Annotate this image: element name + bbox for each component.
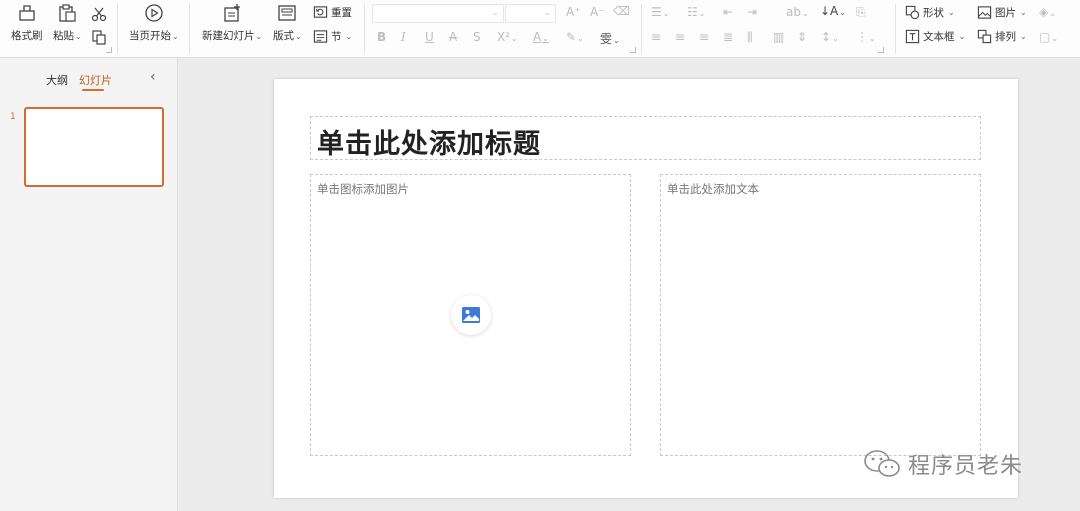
- columns-icon[interactable]: ▥: [773, 30, 784, 44]
- watermark-text: 程序员老朱: [908, 454, 1024, 479]
- phonetic-icon[interactable]: 雯⌄: [600, 30, 620, 47]
- slide-panel: 大纲 幻灯片 ‹ 1: [0, 58, 178, 511]
- sort-icon[interactable]: ↓A⌄: [820, 4, 846, 18]
- text-placeholder[interactable]: 单击此处添加文本: [660, 174, 981, 456]
- clipboard-dialog-launcher[interactable]: [106, 47, 112, 53]
- format-painter-button[interactable]: 格式刷: [11, 3, 43, 43]
- layout-label: 版式: [273, 30, 294, 42]
- title-placeholder-text: 单击此处添加标题: [317, 129, 541, 160]
- picture-placeholder-text: 单击图标添加图片: [317, 182, 409, 196]
- font-family-select[interactable]: ⌄: [372, 4, 504, 23]
- insert-picture-button[interactable]: [451, 295, 491, 335]
- strikethrough-icon[interactable]: A: [449, 30, 457, 44]
- active-tab-indicator: [82, 89, 104, 91]
- arrange-button[interactable]: 排列 ⌄: [977, 29, 1027, 44]
- highlight-icon[interactable]: ✎⌄: [566, 30, 584, 44]
- play-from-current-label: 当页开始: [129, 30, 171, 42]
- vertical-align-icon[interactable]: ⇕: [797, 30, 807, 44]
- layout-icon: [278, 5, 296, 21]
- italic-icon[interactable]: I: [401, 30, 406, 44]
- font-dialog-launcher[interactable]: [630, 47, 636, 53]
- decrease-indent-icon[interactable]: ⇤: [723, 5, 733, 19]
- collapse-panel-icon[interactable]: ‹: [150, 69, 156, 85]
- slide-number: 1: [10, 112, 16, 122]
- align-left-icon[interactable]: ≡: [651, 30, 661, 44]
- fill-icon[interactable]: ◈⌄: [1039, 5, 1056, 19]
- text-placeholder-text: 单击此处添加文本: [667, 182, 759, 196]
- play-from-current-button[interactable]: 当页开始⌄: [129, 3, 179, 43]
- picture-placeholder[interactable]: 单击图标添加图片: [310, 174, 631, 456]
- picture-label: 图片: [995, 7, 1016, 19]
- outline-icon[interactable]: ▢⌄: [1039, 30, 1058, 44]
- watermark: 程序员老朱: [862, 448, 1023, 480]
- tab-slides[interactable]: 幻灯片: [79, 72, 112, 88]
- paragraph-spacing-icon[interactable]: ⋮⌄: [856, 30, 876, 44]
- increase-indent-icon[interactable]: ⇥: [747, 5, 757, 19]
- format-painter-label: 格式刷: [11, 30, 43, 42]
- convert-icon[interactable]: ⎘: [856, 5, 866, 20]
- align-right-icon[interactable]: ≡: [699, 30, 709, 44]
- tab-outline[interactable]: 大纲: [46, 72, 68, 88]
- shadow-icon[interactable]: S: [473, 30, 481, 44]
- section-button[interactable]: 节 ⌄: [313, 29, 352, 44]
- copy-icon[interactable]: [91, 29, 107, 45]
- font-color-icon[interactable]: A⌄: [533, 30, 549, 44]
- reset-label: 重置: [331, 7, 352, 19]
- textbox-label: 文本框: [923, 31, 955, 43]
- underline-icon[interactable]: U: [425, 30, 434, 44]
- paste-button[interactable]: 粘贴⌄: [53, 3, 82, 43]
- chevron-down-icon: ⌄: [491, 8, 499, 18]
- new-slide-label: 新建幻灯片: [202, 30, 255, 42]
- layout-button[interactable]: 版式⌄: [273, 3, 302, 43]
- chevron-down-icon: ⌄: [543, 8, 551, 18]
- picture-button[interactable]: 图片 ⌄: [977, 5, 1027, 20]
- superscript-icon[interactable]: X²⌄: [497, 30, 518, 44]
- paste-icon: [59, 4, 76, 22]
- picture-icon: [977, 6, 992, 19]
- font-size-select[interactable]: ⌄: [505, 4, 556, 23]
- reset-icon: [313, 6, 328, 18]
- shape-label: 形状: [923, 7, 944, 19]
- paragraph-dialog-launcher[interactable]: [878, 47, 884, 53]
- slide-canvas: 单击此处添加标题 单击图标添加图片 单击此处添加文本: [274, 79, 1018, 498]
- shape-icon: [905, 5, 920, 20]
- title-placeholder[interactable]: 单击此处添加标题: [310, 116, 981, 160]
- bold-icon[interactable]: B: [377, 30, 386, 44]
- textbox-icon: [905, 29, 920, 44]
- line-spacing-icon[interactable]: ↕⌄: [821, 30, 839, 44]
- text-direction-icon[interactable]: ab⌄: [786, 5, 809, 19]
- slide-thumbnail[interactable]: [24, 107, 164, 187]
- bullet-list-icon[interactable]: ☰⌄: [651, 5, 669, 19]
- shape-button[interactable]: 形状 ⌄: [905, 5, 955, 20]
- cut-icon[interactable]: [91, 6, 107, 22]
- section-icon: [313, 30, 328, 43]
- align-center-icon[interactable]: ≡: [675, 30, 685, 44]
- distribute-icon[interactable]: ⫼: [747, 30, 753, 45]
- new-slide-button[interactable]: 新建幻灯片⌄: [202, 3, 262, 43]
- textbox-button[interactable]: 文本框 ⌄: [905, 29, 965, 44]
- paste-label: 粘贴: [53, 30, 74, 42]
- reset-button[interactable]: 重置: [313, 5, 352, 20]
- play-icon: [145, 4, 163, 22]
- new-slide-icon: [224, 4, 241, 22]
- decrease-font-icon[interactable]: A⁻: [590, 5, 605, 19]
- arrange-label: 排列: [995, 31, 1016, 43]
- section-label: 节: [331, 31, 342, 43]
- justify-icon[interactable]: ≣: [723, 30, 733, 44]
- format-painter-icon: [19, 5, 35, 21]
- image-icon: [462, 307, 480, 323]
- increase-font-icon[interactable]: A⁺: [566, 5, 581, 19]
- arrange-icon: [977, 29, 992, 44]
- wechat-icon: [864, 450, 900, 477]
- ribbon: 格式刷 粘贴⌄ 当页开始⌄ 新建幻灯片⌄ 版式⌄ 重置 节 ⌄ ⌄ ⌄ A⁺ A⁻: [0, 0, 1080, 58]
- clear-format-icon[interactable]: ⌫: [613, 4, 630, 18]
- numbered-list-icon[interactable]: ☷⌄: [687, 5, 705, 19]
